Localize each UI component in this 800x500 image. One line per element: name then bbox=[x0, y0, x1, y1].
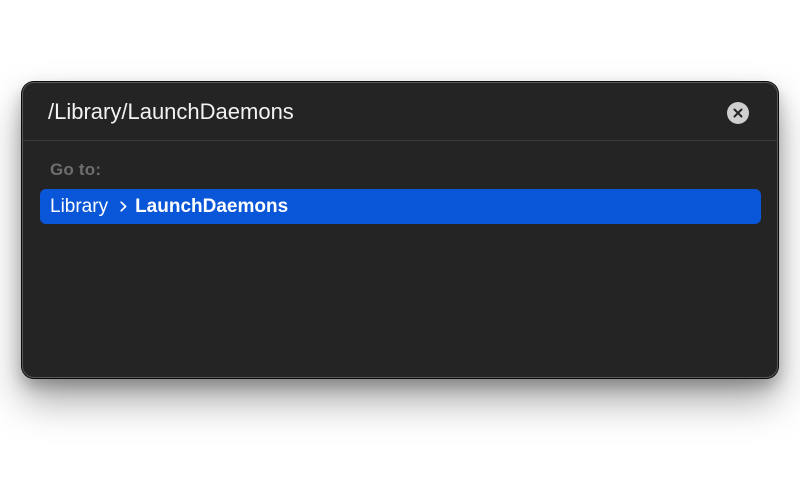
xmark-circle-icon bbox=[733, 108, 743, 118]
chevron-right-icon bbox=[120, 201, 127, 212]
result-folder-name: LaunchDaemons bbox=[135, 195, 289, 217]
path-field-row bbox=[23, 83, 777, 141]
result-item-selected[interactable]: Library LaunchDaemons bbox=[40, 189, 761, 224]
go-to-section-label: Go to: bbox=[50, 160, 102, 179]
screen: Go to: Library LaunchDaemons bbox=[0, 0, 800, 500]
result-parent-folder: Library bbox=[50, 195, 109, 217]
clear-path-button[interactable] bbox=[727, 102, 749, 124]
path-input[interactable] bbox=[48, 97, 708, 127]
go-to-folder-dialog: Go to: Library LaunchDaemons bbox=[22, 82, 778, 378]
